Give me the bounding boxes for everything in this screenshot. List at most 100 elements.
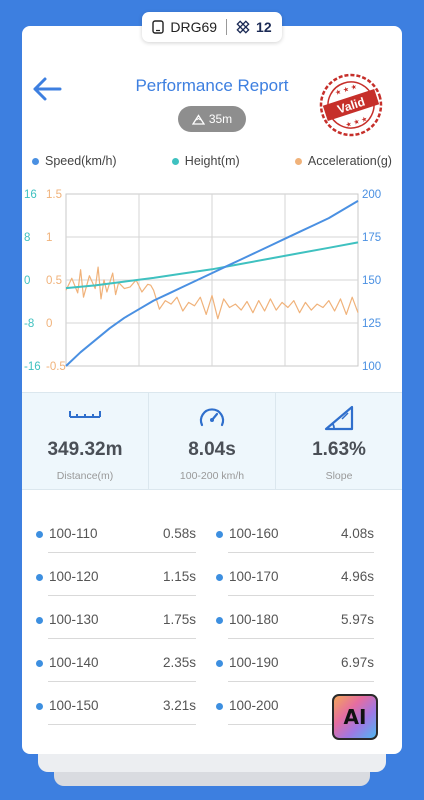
- legend-label: Height(m): [184, 154, 240, 168]
- range-label: 100-140: [49, 655, 99, 670]
- device-icon: [152, 20, 165, 34]
- speed-axis-tick: 150: [362, 275, 381, 287]
- valid-stamp: Valid ★ ★ ★ ★ ★ ★: [319, 73, 383, 137]
- svg-text:★ ★ ★: ★ ★ ★: [334, 82, 358, 97]
- satellite-icon: [236, 20, 250, 34]
- legend-acceleration[interactable]: Acceleration(g): [294, 154, 392, 168]
- acceleration-axis-tick: 1.5: [46, 189, 62, 201]
- list-item: 100-120 1.15s: [36, 559, 196, 599]
- bullet: [216, 660, 223, 667]
- time-value: 1.15s: [162, 569, 196, 584]
- range-label: 100-130: [49, 612, 99, 627]
- satellite-count: 12: [256, 19, 272, 35]
- range-label: 100-110: [49, 526, 98, 541]
- range-label: 100-170: [229, 569, 279, 584]
- time-value: 0.58s: [162, 526, 196, 541]
- legend-label: Acceleration(g): [307, 154, 392, 168]
- time-value: 6.97s: [340, 655, 374, 670]
- legend-speed[interactable]: Speed(km/h): [32, 154, 117, 168]
- chart-legend: Speed(km/h) Height(m) Acceleration(g): [32, 154, 392, 168]
- acceleration-axis-tick: 0.5: [46, 275, 62, 287]
- speed-axis-tick: 125: [362, 318, 381, 330]
- speedometer-icon: [199, 408, 225, 427]
- stat-label: Slope: [325, 470, 353, 482]
- height-axis-tick: -8: [24, 318, 34, 330]
- bullet: [216, 617, 223, 624]
- device-name: DRG69: [170, 19, 218, 35]
- slope-icon: [324, 405, 354, 431]
- stat-label: 100-200 km/h: [179, 470, 245, 482]
- report-card: Performance Report Valid ★ ★ ★ ★ ★ ★ 35m…: [22, 26, 402, 754]
- acceleration-axis-tick: 1: [46, 232, 52, 244]
- row-divider: [228, 638, 374, 639]
- legend-dot: [32, 157, 39, 165]
- range-label: 100-160: [229, 526, 279, 541]
- row-divider: [48, 595, 196, 596]
- ruler-icon: [69, 411, 101, 418]
- row-divider: [48, 638, 196, 639]
- time-value: 4.08s: [340, 526, 374, 541]
- time-value: 2.35s: [162, 655, 196, 670]
- range-label: 100-190: [229, 655, 279, 670]
- time-value: 1.75s: [162, 612, 196, 627]
- row-divider: [48, 724, 196, 725]
- bullet: [36, 660, 43, 667]
- list-item: 100-180 5.97s: [216, 602, 374, 642]
- bullet: [36, 531, 43, 538]
- row-divider: [48, 552, 196, 553]
- speed-axis-tick: 175: [362, 232, 381, 244]
- mountain-icon: [191, 113, 205, 125]
- height-axis-tick: 0: [24, 275, 30, 287]
- stat-value: 1.63%: [312, 439, 366, 460]
- bullet: [216, 703, 223, 710]
- time-value: 3.21s: [162, 698, 196, 713]
- ai-button-label: AI: [343, 705, 367, 729]
- legend-dot: [294, 157, 302, 165]
- height-badge: 35m: [178, 106, 246, 132]
- range-label: 100-180: [229, 612, 279, 627]
- legend-dot: [171, 157, 179, 165]
- list-item: 100-160 4.08s: [216, 516, 374, 556]
- ai-assistant-button[interactable]: AI: [332, 694, 378, 740]
- bullet: [216, 574, 223, 581]
- list-item: 100-140 2.35s: [36, 645, 196, 685]
- list-item: 100-170 4.96s: [216, 559, 374, 599]
- stat-distance: 349.32m Distance(m): [22, 393, 148, 489]
- row-divider: [228, 552, 374, 553]
- row-divider: [48, 681, 196, 682]
- bullet: [36, 617, 43, 624]
- height-axis-tick: 8: [24, 232, 30, 244]
- legend-height[interactable]: Height(m): [171, 154, 240, 168]
- time-value: 5.97s: [340, 612, 374, 627]
- height-axis-tick: -16: [24, 361, 41, 373]
- time-value: 4.96s: [340, 569, 374, 584]
- device-status-pill[interactable]: DRG69 12: [142, 12, 282, 42]
- stat-slope: 1.63% Slope: [275, 393, 402, 489]
- height-badge-value: 35m: [208, 112, 233, 126]
- row-divider: [228, 681, 374, 682]
- legend-label: Speed(km/h): [45, 154, 117, 168]
- height-axis-tick: 16: [24, 189, 37, 201]
- stat-value: 349.32m: [47, 439, 123, 460]
- speed-axis-tick: 100: [362, 361, 381, 373]
- list-item: 100-130 1.75s: [36, 602, 196, 642]
- speed-axis-tick: 200: [362, 189, 381, 201]
- divider: [226, 19, 228, 35]
- list-item: 100-150 3.21s: [36, 688, 196, 728]
- stat-label: Distance(m): [56, 470, 114, 482]
- bullet: [216, 531, 223, 538]
- range-label: 100-120: [49, 569, 99, 584]
- bullet: [36, 574, 43, 581]
- acceleration-axis-tick: -0.5: [46, 361, 66, 373]
- range-label: 100-150: [49, 698, 99, 713]
- bullet: [36, 703, 43, 710]
- row-divider: [228, 595, 374, 596]
- performance-chart: 16 8 0 -8 -16 1.5 1 0.5 0 -0.5 200 175 150 125 100: [24, 189, 381, 373]
- list-item: 100-110 0.58s: [36, 516, 196, 556]
- list-item: 100-190 6.97s: [216, 645, 374, 685]
- summary-stats: 349.32m Distance(m) 8.04s 100-200 km/h 1…: [22, 392, 402, 490]
- stat-time: 8.04s 100-200 km/h: [148, 393, 275, 489]
- acceleration-axis-tick: 0: [46, 318, 52, 330]
- range-label: 100-200: [229, 698, 279, 713]
- stat-value: 8.04s: [188, 439, 236, 460]
